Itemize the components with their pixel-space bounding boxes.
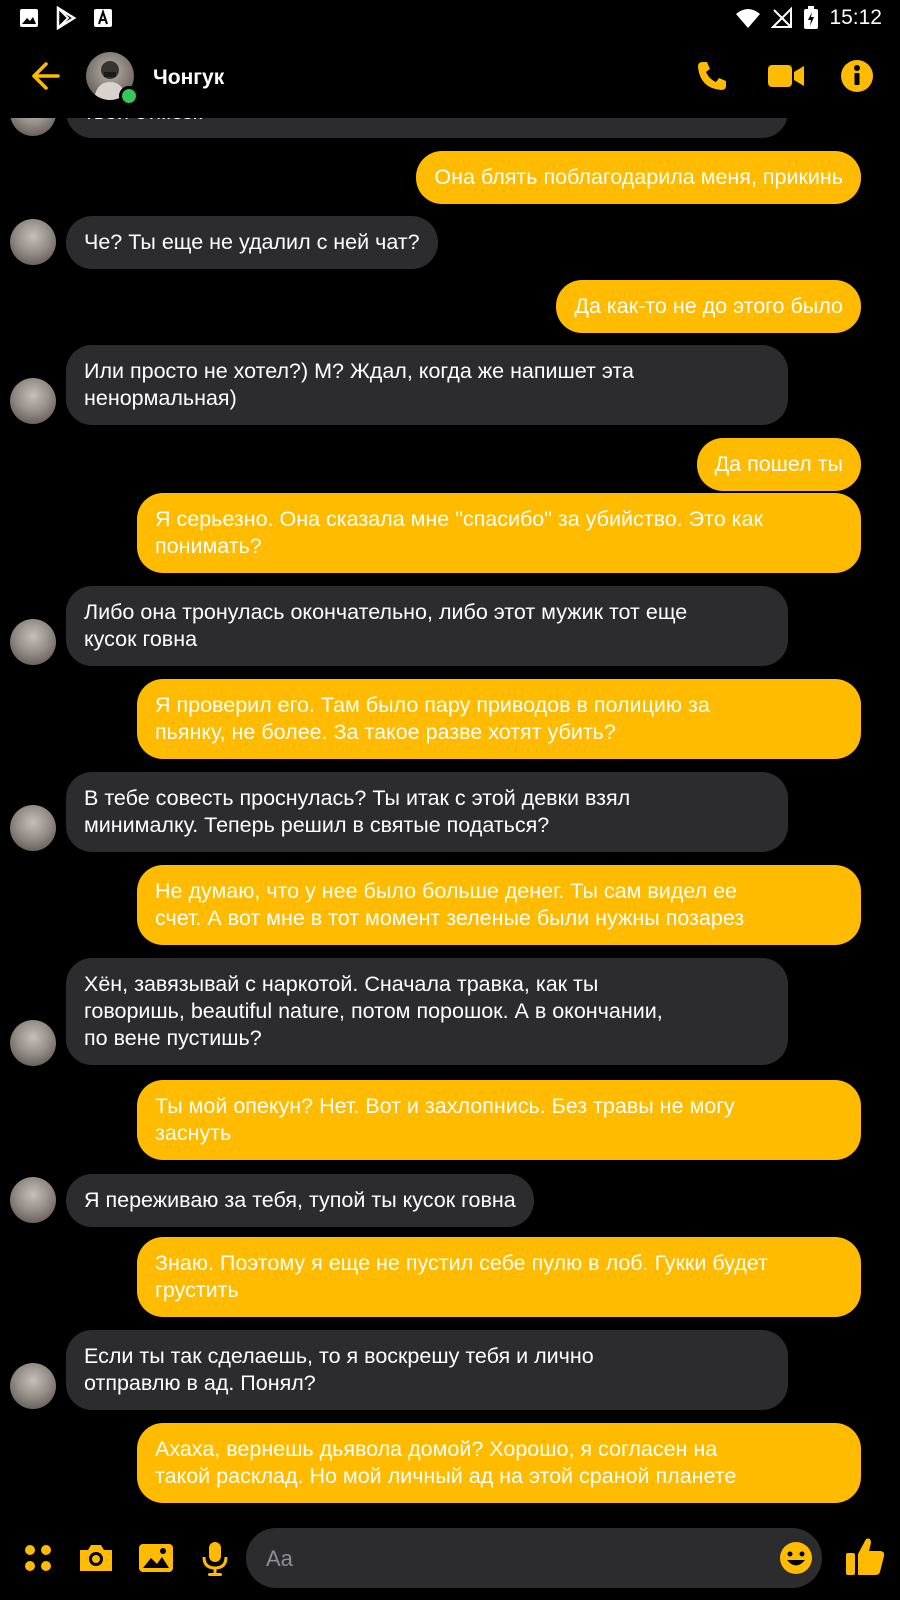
message-outgoing[interactable]: Я серьезно. Она сказала мне "спасибо" за… bbox=[137, 493, 861, 573]
message-incoming[interactable]: В тебе совесть проснулась? Ты итак с это… bbox=[66, 772, 788, 852]
sender-avatar[interactable] bbox=[10, 1177, 56, 1223]
message-incoming[interactable]: Либо она тронулась окончательно, либо эт… bbox=[66, 586, 788, 666]
message-text: Я проверил его. Там было пару приводов в… bbox=[155, 693, 710, 744]
contact-name[interactable]: Чонгук bbox=[153, 66, 224, 90]
sender-avatar[interactable] bbox=[10, 805, 56, 851]
message-outgoing[interactable]: Знаю. Поэтому я еще не пустил себе пулю … bbox=[137, 1237, 861, 1317]
message-incoming[interactable]: Хён, завязывай с наркотой. Сначала травк… bbox=[66, 958, 788, 1065]
chat-header: Чонгук bbox=[0, 36, 900, 118]
message-text: Ты мой опекун? Нет. Вот и захлопнись. Бе… bbox=[155, 1094, 735, 1145]
message-outgoing[interactable]: Она блять поблагодарила меня, прикинь bbox=[416, 151, 861, 204]
online-indicator bbox=[119, 86, 139, 106]
sender-avatar[interactable] bbox=[10, 1020, 56, 1066]
message-text: Ахаха, вернешь дьявола домой? Хорошо, я … bbox=[155, 1437, 737, 1488]
message-text: В тебе совесть проснулась? Ты итак с это… bbox=[84, 786, 631, 837]
message-text: Да пошел ты bbox=[714, 452, 843, 476]
apps-grid-icon[interactable] bbox=[18, 1538, 58, 1578]
message-incoming[interactable]: Я переживаю за тебя, тупой ты кусок говн… bbox=[66, 1174, 534, 1227]
message-text: Либо она тронулась окончательно, либо эт… bbox=[84, 600, 688, 651]
thumbs-up-icon[interactable] bbox=[844, 1534, 886, 1578]
sender-avatar[interactable] bbox=[10, 1363, 56, 1409]
emoji-icon[interactable] bbox=[778, 1540, 814, 1576]
message-outgoing[interactable]: Не думаю, что у нее было больше денег. Т… bbox=[137, 865, 861, 945]
message-outgoing[interactable]: Ахаха, вернешь дьявола домой? Хорошо, я … bbox=[137, 1423, 861, 1503]
message-list[interactable]: твои отмозк Она блять поблагодарила меня… bbox=[0, 0, 900, 1600]
message-text: Хён, завязывай с наркотой. Сначала травк… bbox=[84, 972, 663, 1050]
message-outgoing[interactable]: Да как-то не до этого было bbox=[556, 280, 861, 333]
message-incoming[interactable]: Или просто не хотел?) М? Ждал, когда же … bbox=[66, 345, 788, 425]
sender-avatar[interactable] bbox=[10, 619, 56, 665]
message-text: Знаю. Поэтому я еще не пустил себе пулю … bbox=[155, 1251, 768, 1302]
message-text: Че? Ты еще не удалил с ней чат? bbox=[84, 230, 420, 254]
message-incoming[interactable]: Если ты так сделаешь, то я воскрешу тебя… bbox=[66, 1330, 788, 1410]
video-camera-icon[interactable] bbox=[766, 58, 806, 94]
camera-icon[interactable] bbox=[76, 1538, 116, 1578]
message-text: Я серьезно. Она сказала мне "спасибо" за… bbox=[155, 507, 763, 558]
sender-avatar[interactable] bbox=[10, 378, 56, 424]
message-text: Если ты так сделаешь, то я воскрешу тебя… bbox=[84, 1344, 594, 1395]
message-text: Не думаю, что у нее было больше денег. Т… bbox=[155, 879, 745, 930]
message-outgoing[interactable]: Да пошел ты bbox=[696, 438, 861, 491]
message-text: Она блять поблагодарила меня, прикинь bbox=[434, 165, 843, 189]
message-text: Я переживаю за тебя, тупой ты кусок говн… bbox=[84, 1188, 516, 1212]
sender-avatar[interactable] bbox=[10, 219, 56, 265]
message-input-box[interactable] bbox=[246, 1528, 822, 1590]
message-input[interactable] bbox=[264, 1528, 748, 1590]
message-outgoing[interactable]: Ты мой опекун? Нет. Вот и захлопнись. Бе… bbox=[137, 1080, 861, 1160]
phone-icon[interactable] bbox=[694, 58, 730, 94]
message-incoming[interactable]: Че? Ты еще не удалил с ней чат? bbox=[66, 216, 438, 269]
back-arrow-icon[interactable] bbox=[24, 56, 64, 96]
message-text: Или просто не хотел?) М? Ждал, когда же … bbox=[84, 359, 634, 410]
gallery-icon[interactable] bbox=[136, 1538, 176, 1578]
composer-bar bbox=[0, 1522, 900, 1600]
microphone-icon[interactable] bbox=[195, 1538, 235, 1578]
message-text: Да как-то не до этого было bbox=[574, 294, 843, 318]
message-outgoing[interactable]: Я проверил его. Там было пару приводов в… bbox=[137, 679, 861, 759]
info-icon[interactable] bbox=[840, 59, 874, 93]
